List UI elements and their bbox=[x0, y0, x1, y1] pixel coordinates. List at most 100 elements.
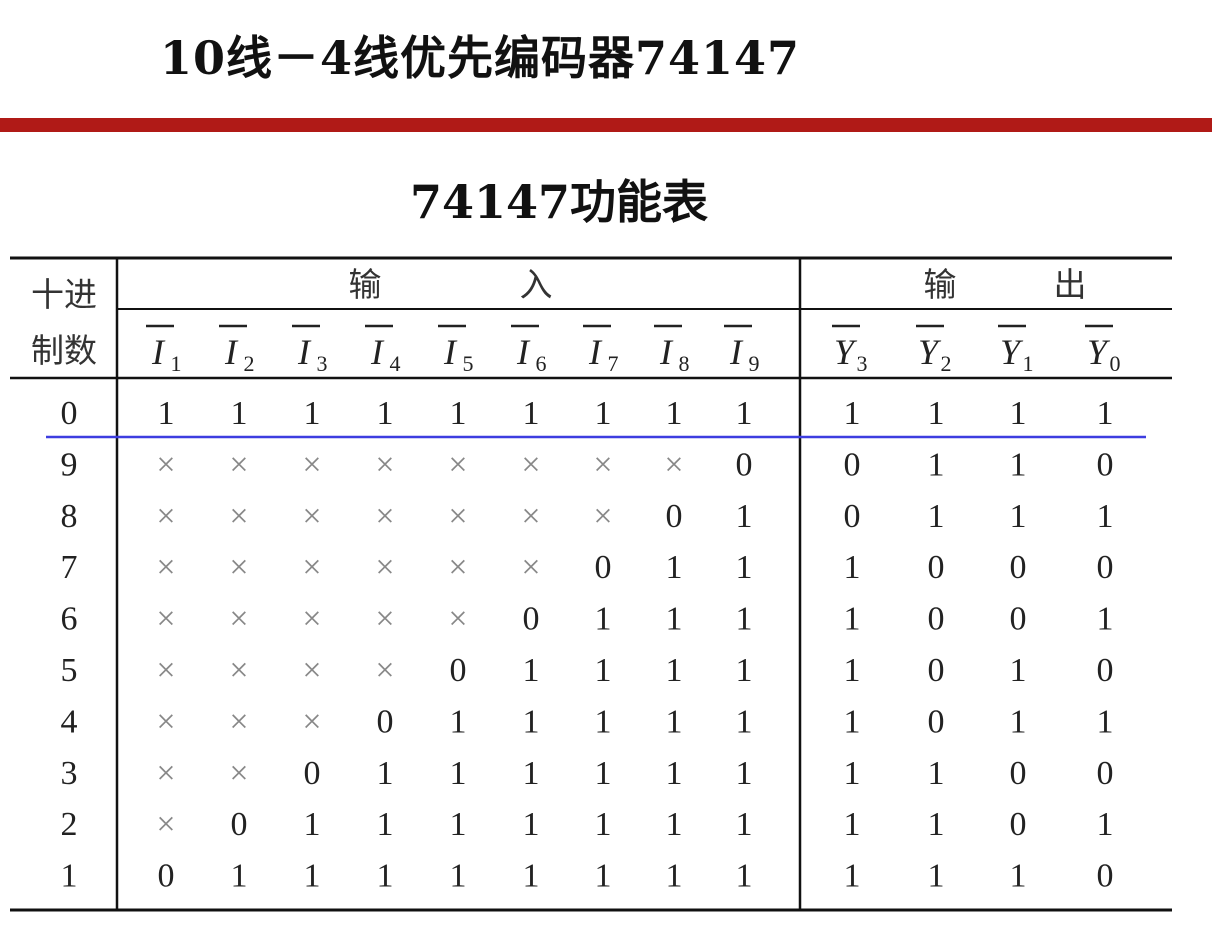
output-cell-row-8-col-1: 1 bbox=[928, 806, 945, 843]
output-cell-row-6-col-1: 0 bbox=[928, 703, 945, 740]
input-symbol-subscript-0: 1 bbox=[171, 351, 182, 376]
input-cell-row-0-col-4: 1 bbox=[450, 395, 467, 432]
input-cell-row-0-col-7: 1 bbox=[666, 395, 683, 432]
input-cell-row-4-col-4: × bbox=[448, 601, 467, 638]
input-cell-row-0-col-8: 1 bbox=[736, 395, 753, 432]
input-cell-row-4-col-2: × bbox=[302, 601, 321, 638]
decimal-cell-row-1: 9 bbox=[61, 446, 78, 483]
output-cell-row-6-col-3: 1 bbox=[1097, 703, 1114, 740]
output-cell-row-7-col-2: 0 bbox=[1010, 755, 1027, 792]
output-cell-row-2-col-2: 1 bbox=[1010, 498, 1027, 535]
input-cell-row-5-col-6: 1 bbox=[595, 652, 612, 689]
output-cell-row-1-col-1: 1 bbox=[928, 446, 945, 483]
input-cell-row-8-col-1: 0 bbox=[231, 806, 248, 843]
decimal-cell-row-9: 1 bbox=[61, 858, 78, 895]
input-cell-row-5-col-1: × bbox=[229, 652, 248, 689]
input-cell-row-5-col-3: × bbox=[375, 652, 394, 689]
input-cell-row-6-col-3: 0 bbox=[377, 703, 394, 740]
output-cell-row-6-col-2: 1 bbox=[1010, 703, 1027, 740]
output-cell-row-6-col-0: 1 bbox=[844, 703, 861, 740]
input-cell-row-0-col-6: 1 bbox=[595, 395, 612, 432]
output-cell-row-5-col-1: 0 bbox=[928, 652, 945, 689]
input-cell-row-3-col-2: × bbox=[302, 549, 321, 586]
input-cell-row-0-col-5: 1 bbox=[523, 395, 540, 432]
output-cell-row-7-col-3: 0 bbox=[1097, 755, 1114, 792]
input-cell-row-5-col-0: × bbox=[156, 652, 175, 689]
input-cell-row-6-col-5: 1 bbox=[523, 703, 540, 740]
input-cell-row-0-col-1: 1 bbox=[231, 395, 248, 432]
decimal-header-line2: 制数 bbox=[31, 331, 97, 370]
input-cell-row-4-col-8: 1 bbox=[736, 601, 753, 638]
output-cell-row-7-col-0: 1 bbox=[844, 755, 861, 792]
input-cell-row-4-col-5: 0 bbox=[523, 601, 540, 638]
input-cell-row-9-col-5: 1 bbox=[523, 858, 540, 895]
input-cell-row-7-col-4: 1 bbox=[450, 755, 467, 792]
input-cell-row-2-col-2: × bbox=[302, 498, 321, 535]
output-symbol-3: Y bbox=[1087, 332, 1111, 372]
input-cell-row-8-col-0: × bbox=[156, 806, 175, 843]
input-cell-row-6-col-8: 1 bbox=[736, 703, 753, 740]
input-cell-row-3-col-3: × bbox=[375, 549, 394, 586]
output-cell-row-5-col-2: 1 bbox=[1010, 652, 1027, 689]
output-cell-row-5-col-3: 0 bbox=[1097, 652, 1114, 689]
input-symbol-0: I bbox=[151, 332, 166, 372]
input-cell-row-9-col-3: 1 bbox=[377, 858, 394, 895]
input-cell-row-0-col-3: 1 bbox=[377, 395, 394, 432]
input-cell-row-9-col-8: 1 bbox=[736, 858, 753, 895]
input-cell-row-5-col-5: 1 bbox=[523, 652, 540, 689]
input-cell-row-3-col-0: × bbox=[156, 549, 175, 586]
decimal-cell-row-0: 0 bbox=[61, 395, 78, 432]
outputs-header-char2: 出 bbox=[1054, 265, 1087, 304]
input-cell-row-7-col-7: 1 bbox=[666, 755, 683, 792]
inputs-header-char1: 输 bbox=[349, 265, 382, 304]
output-cell-row-8-col-0: 1 bbox=[844, 806, 861, 843]
output-symbol-subscript-2: 1 bbox=[1023, 351, 1034, 376]
input-symbol-8: I bbox=[729, 332, 744, 372]
input-cell-row-8-col-5: 1 bbox=[523, 806, 540, 843]
output-symbol-1: Y bbox=[918, 332, 942, 372]
input-cell-row-2-col-3: × bbox=[375, 498, 394, 535]
output-cell-row-2-col-0: 0 bbox=[844, 498, 861, 535]
input-symbol-1: I bbox=[224, 332, 239, 372]
output-symbol-subscript-0: 3 bbox=[857, 351, 868, 376]
output-cell-row-0-col-3: 1 bbox=[1097, 395, 1114, 432]
output-cell-row-8-col-2: 0 bbox=[1010, 806, 1027, 843]
input-cell-row-2-col-1: × bbox=[229, 498, 248, 535]
input-cell-row-7-col-2: 0 bbox=[304, 755, 321, 792]
input-cell-row-5-col-7: 1 bbox=[666, 652, 683, 689]
table-body: I 1 I 2 I 3 I 4 I 5 I 6 I 7 I 8 I 9 Y 3 Y 2 Y 1 Y 00 1 1 1 1 1 1 1 1 1 1 1 1 1… bbox=[61, 324, 1121, 895]
input-cell-row-2-col-8: 1 bbox=[736, 498, 753, 535]
input-cell-row-9-col-2: 1 bbox=[304, 858, 321, 895]
output-cell-row-9-col-3: 0 bbox=[1097, 858, 1114, 895]
output-symbol-2: Y bbox=[1000, 332, 1024, 372]
input-symbol-subscript-4: 5 bbox=[463, 351, 474, 376]
output-cell-row-3-col-0: 1 bbox=[844, 549, 861, 586]
input-cell-row-1-col-6: × bbox=[593, 446, 612, 483]
input-cell-row-4-col-7: 1 bbox=[666, 601, 683, 638]
input-cell-row-1-col-7: × bbox=[664, 446, 683, 483]
input-cell-row-6-col-0: × bbox=[156, 703, 175, 740]
input-cell-row-4-col-0: × bbox=[156, 601, 175, 638]
input-cell-row-5-col-2: × bbox=[302, 652, 321, 689]
output-symbol-subscript-1: 2 bbox=[941, 351, 952, 376]
input-cell-row-3-col-5: × bbox=[521, 549, 540, 586]
truth-table: 十进 制数 输 入 输 出 I1I2I3I4I5I6I7I8I9Y3Y2Y1Y0… bbox=[10, 256, 1172, 912]
input-cell-row-2-col-0: × bbox=[156, 498, 175, 535]
input-cell-row-1-col-3: × bbox=[375, 446, 394, 483]
input-symbol-subscript-8: 9 bbox=[749, 351, 760, 376]
input-cell-row-3-col-8: 1 bbox=[736, 549, 753, 586]
input-cell-row-8-col-4: 1 bbox=[450, 806, 467, 843]
decimal-cell-row-3: 7 bbox=[61, 549, 78, 586]
output-cell-row-0-col-2: 1 bbox=[1010, 395, 1027, 432]
input-cell-row-9-col-1: 1 bbox=[231, 858, 248, 895]
input-cell-row-8-col-8: 1 bbox=[736, 806, 753, 843]
input-cell-row-9-col-6: 1 bbox=[595, 858, 612, 895]
input-cell-row-3-col-1: × bbox=[229, 549, 248, 586]
input-cell-row-9-col-7: 1 bbox=[666, 858, 683, 895]
output-cell-row-3-col-1: 0 bbox=[928, 549, 945, 586]
output-cell-row-4-col-2: 0 bbox=[1010, 601, 1027, 638]
decimal-cell-row-4: 6 bbox=[61, 601, 78, 638]
input-cell-row-9-col-0: 0 bbox=[158, 858, 175, 895]
input-symbol-subscript-2: 3 bbox=[317, 351, 328, 376]
input-cell-row-6-col-6: 1 bbox=[595, 703, 612, 740]
